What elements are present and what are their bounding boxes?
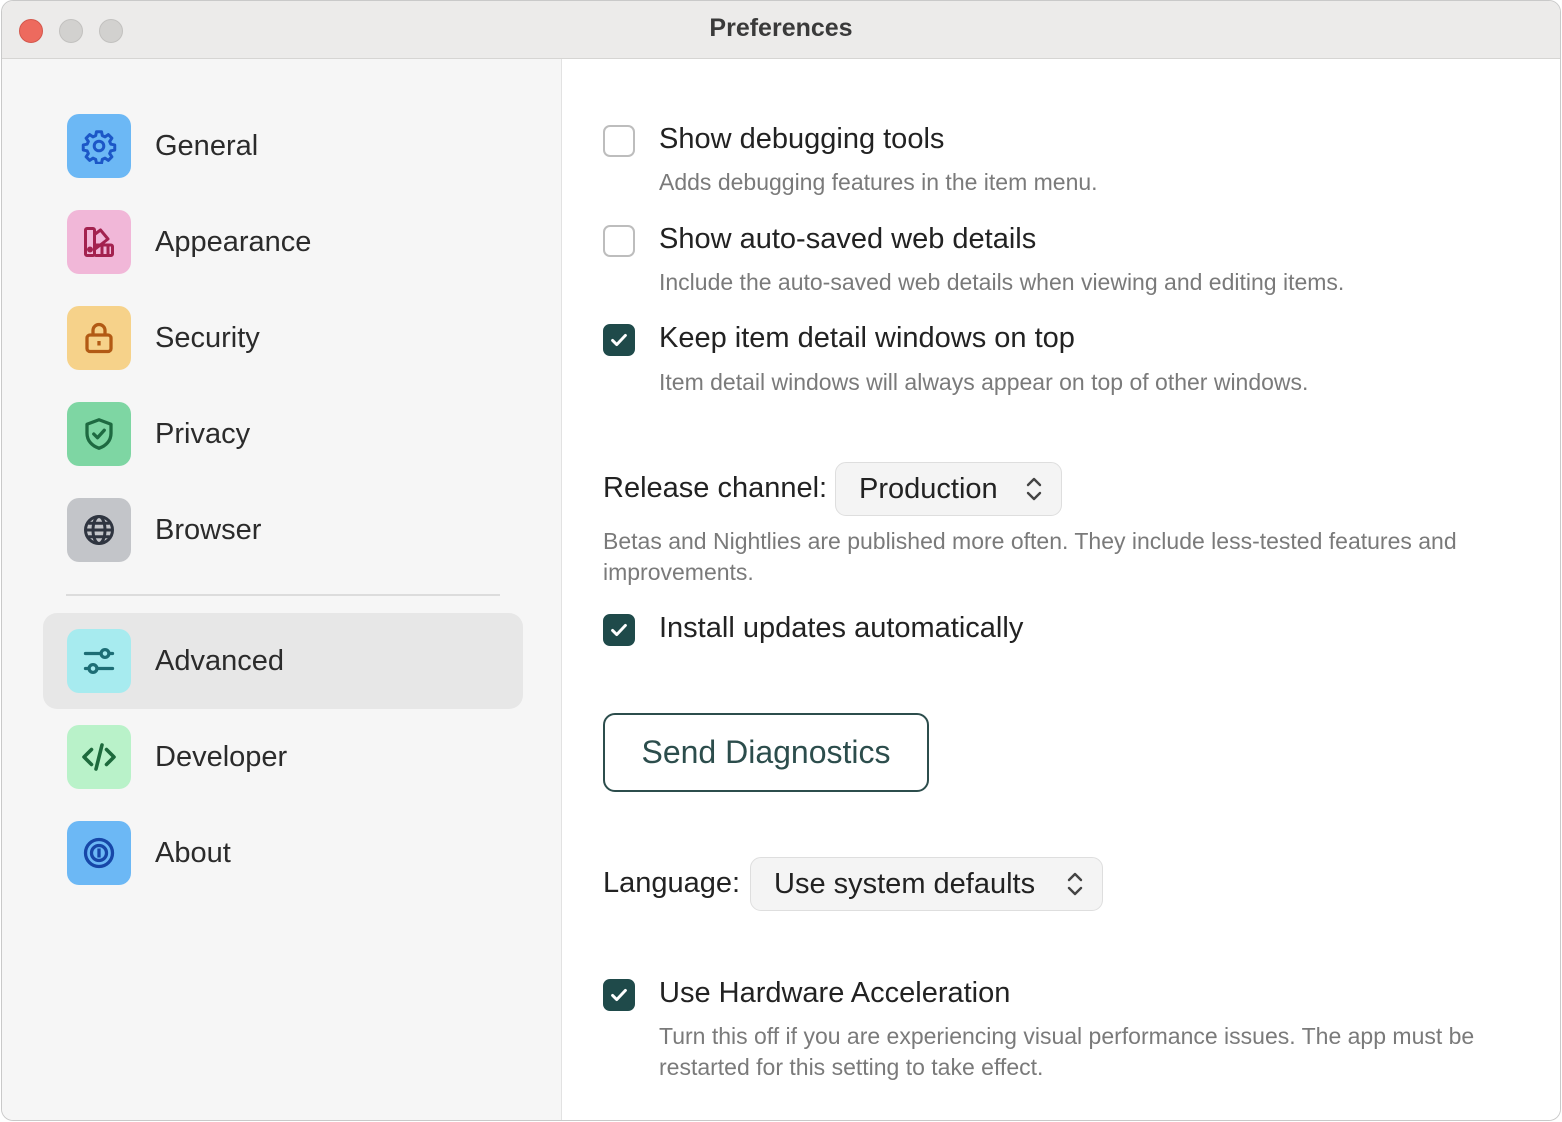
target-icon [67, 821, 131, 885]
title-bar: Preferences [2, 1, 1560, 59]
sidebar-item-browser[interactable]: Browser [43, 482, 523, 578]
sidebar-item-developer[interactable]: Developer [43, 709, 523, 805]
sliders-icon [67, 629, 131, 693]
autosaved-details-checkbox[interactable] [603, 225, 635, 257]
globe-icon [67, 498, 131, 562]
gear-icon [67, 114, 131, 178]
sidebar-item-label: Browser [155, 514, 262, 546]
sidebar-item-label: Advanced [155, 645, 284, 677]
language-select[interactable]: Use system defaults [750, 857, 1103, 911]
preferences-window: Preferences General Appearance Security … [1, 0, 1561, 1121]
sidebar-item-advanced[interactable]: Advanced [43, 613, 523, 709]
sidebar-item-appearance[interactable]: Appearance [43, 194, 523, 290]
sidebar-item-label: General [155, 130, 259, 162]
sidebar-item-label: Appearance [155, 226, 312, 258]
sidebar-item-label: About [155, 837, 231, 869]
release-channel-select[interactable]: Production [835, 462, 1062, 516]
release-channel-label: Release channel: [603, 472, 828, 504]
hardware-acceleration-label: Use Hardware Acceleration [659, 977, 1011, 1009]
sidebar-divider [66, 594, 500, 596]
release-channel-value: Production [859, 473, 998, 505]
windows-on-top-label: Keep item detail windows on top [659, 322, 1075, 354]
language-label: Language: [603, 867, 741, 899]
sidebar-item-privacy[interactable]: Privacy [43, 386, 523, 482]
code-icon [67, 725, 131, 789]
autosaved-details-label: Show auto-saved web details [659, 223, 1037, 255]
sidebar-item-about[interactable]: About [43, 805, 523, 901]
windows-on-top-checkbox[interactable] [603, 324, 635, 356]
sidebar-item-label: Developer [155, 741, 288, 773]
sidebar-item-security[interactable]: Security [43, 290, 523, 386]
debugging-tools-checkbox[interactable] [603, 125, 635, 157]
auto-update-checkbox[interactable] [603, 614, 635, 646]
checkmark-icon [611, 623, 627, 637]
auto-update-label: Install updates automatically [659, 612, 1024, 644]
release-channel-description: Betas and Nightlies are published more o… [603, 528, 1457, 585]
autosaved-details-description: Include the auto-saved web details when … [659, 269, 1345, 295]
sidebar-item-label: Security [155, 322, 260, 354]
debugging-tools-description: Adds debugging features in the item menu… [659, 169, 1098, 195]
window-title: Preferences [709, 14, 853, 42]
hardware-acceleration-checkbox[interactable] [603, 979, 635, 1011]
settings-panel: Show debugging tools Adds debugging feat… [562, 59, 1560, 1120]
palette-icon [67, 210, 131, 274]
shield-check-icon [67, 402, 131, 466]
windows-on-top-description: Item detail windows will always appear o… [659, 369, 1309, 395]
language-value: Use system defaults [774, 868, 1036, 900]
sidebar-item-general[interactable]: General [43, 98, 523, 194]
sidebar: General Appearance Security Privacy Brow… [2, 59, 562, 1120]
checkmark-icon [611, 333, 627, 347]
chevron-up-down-icon [1067, 872, 1083, 896]
sidebar-item-label: Privacy [155, 418, 251, 450]
checkmark-icon [611, 988, 627, 1002]
debugging-tools-label: Show debugging tools [659, 123, 945, 155]
chevron-up-down-icon [1026, 477, 1042, 501]
send-diagnostics-button[interactable]: Send Diagnostics [603, 713, 929, 792]
hardware-acceleration-description: Turn this off if you are experiencing vi… [659, 1023, 1475, 1080]
lock-icon [67, 306, 131, 370]
